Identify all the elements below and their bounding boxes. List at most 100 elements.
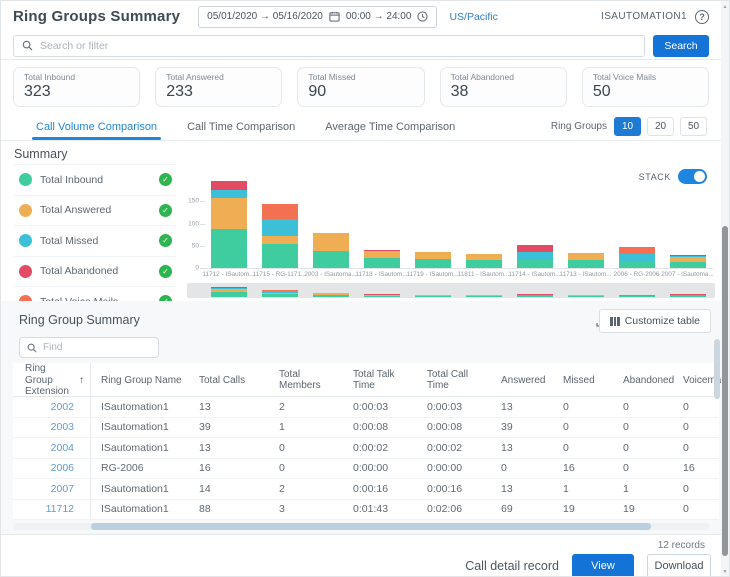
legend-item[interactable]: Total Inbound✓	[13, 165, 176, 196]
bar-segment[interactable]	[517, 245, 553, 253]
window-scrollbar[interactable]: ▲ ▼	[721, 1, 729, 577]
column-header[interactable]: Ring Group Extension↑	[13, 363, 91, 398]
bar-segment[interactable]	[211, 229, 247, 268]
column-header[interactable]: Answered	[491, 375, 553, 387]
table-body: 2002ISautomation11320:00:030:00:03130002…	[13, 397, 719, 520]
scroll-up-icon[interactable]: ▲	[721, 4, 729, 10]
bar-segment[interactable]	[415, 252, 451, 259]
calendar-icon[interactable]	[329, 11, 340, 22]
page-size-20[interactable]: 20	[647, 117, 674, 136]
ring-groups-summary-app: ▲ ▼ Ring Groups Summary 05/01/2020 → 05/…	[0, 0, 730, 577]
tabs: Call Volume Comparison Call Time Comparis…	[36, 113, 455, 140]
bar-segment[interactable]	[517, 252, 553, 260]
check-icon[interactable]: ✓	[159, 173, 172, 186]
account-name[interactable]: ISAUTOMATION1	[601, 11, 687, 22]
bar-segment[interactable]	[619, 261, 655, 268]
table-title: Ring Group Summary	[19, 313, 140, 327]
bar-segment[interactable]	[211, 181, 247, 189]
bar-segment[interactable]	[619, 254, 655, 261]
legend-item[interactable]: Total Missed✓	[13, 226, 176, 257]
bar-segment[interactable]	[262, 204, 298, 219]
legend-color-dot	[19, 234, 32, 247]
table-cell: 13	[491, 438, 553, 458]
bar-segment[interactable]	[364, 251, 400, 259]
bar-segment[interactable]	[517, 260, 553, 268]
column-header[interactable]: Ring Group Name	[91, 375, 189, 387]
table-cell: 0:00:16	[417, 479, 491, 499]
column-header[interactable]: Total Calls	[189, 375, 269, 387]
tab-call-volume-comparison[interactable]: Call Volume Comparison	[36, 113, 157, 140]
stat-label: Total Missed	[308, 72, 413, 82]
extension-link[interactable]: 2007	[13, 479, 91, 499]
extension-link[interactable]: 2006	[13, 459, 91, 479]
extension-link[interactable]: 11712	[13, 500, 91, 520]
customize-table-button[interactable]: Customize table	[599, 309, 711, 333]
bar-segment[interactable]	[415, 259, 451, 268]
bar-segment[interactable]	[466, 260, 502, 268]
column-header[interactable]: Total Call Time	[417, 369, 491, 392]
chart-navigator[interactable]	[187, 283, 715, 298]
scrollbar-thumb[interactable]	[722, 226, 728, 556]
bar-segment[interactable]	[364, 258, 400, 268]
clock-icon[interactable]	[417, 11, 428, 22]
legend-item[interactable]: Total Abandoned✓	[13, 257, 176, 288]
search-box[interactable]	[13, 35, 645, 57]
scroll-down-icon[interactable]: ▼	[721, 569, 729, 575]
page-size-10[interactable]: 10	[614, 117, 641, 136]
find-box[interactable]	[19, 337, 159, 358]
tab-call-time-comparison[interactable]: Call Time Comparison	[187, 113, 295, 140]
chart-legend: Total Inbound✓Total Answered✓Total Misse…	[13, 164, 176, 318]
bar-segment[interactable]	[262, 236, 298, 244]
sort-asc-icon[interactable]: ↑	[79, 375, 84, 387]
time-range-value[interactable]: 00:00 → 24:00	[346, 11, 412, 22]
bar-segment[interactable]	[670, 256, 706, 262]
check-icon[interactable]: ✓	[159, 204, 172, 217]
extension-link[interactable]: 2004	[13, 438, 91, 458]
stat-label: Total Answered	[166, 72, 271, 82]
legend-item[interactable]: Total Answered✓	[13, 196, 176, 227]
date-range-value[interactable]: 05/01/2020 → 05/16/2020	[207, 11, 323, 22]
navigator-bar-segment	[619, 296, 655, 297]
search-input[interactable]	[40, 40, 636, 52]
bar-segment[interactable]	[466, 254, 502, 260]
column-header[interactable]: Abandoned	[613, 375, 673, 387]
table-cell: 0:00:00	[343, 459, 417, 479]
column-header[interactable]: Missed	[553, 375, 613, 387]
view-button[interactable]: View	[572, 554, 634, 577]
extension-link[interactable]: 2003	[13, 418, 91, 438]
bar-segment[interactable]	[568, 260, 604, 268]
bar-segment[interactable]	[670, 262, 706, 268]
bar-segment[interactable]	[211, 198, 247, 229]
table-cell: 0:00:03	[417, 397, 491, 417]
bar-segment[interactable]	[313, 251, 349, 268]
bar-segment[interactable]	[262, 244, 298, 268]
records-count: 12 records	[658, 540, 705, 551]
table-cell: ISautomation1	[91, 479, 189, 499]
navigator-bar-segment	[364, 295, 400, 296]
table-hscroll-thumb[interactable]	[91, 523, 651, 530]
timezone-link[interactable]: US/Pacific	[449, 11, 497, 23]
date-time-range-picker[interactable]: 05/01/2020 → 05/16/2020 00:00 → 24:00	[198, 6, 437, 28]
column-header[interactable]: Total Members	[269, 369, 343, 392]
column-header[interactable]: Total Talk Time	[343, 369, 417, 392]
download-button[interactable]: Download	[647, 554, 711, 577]
table-vertical-scrollbar[interactable]	[714, 339, 720, 399]
help-icon[interactable]: ?	[695, 10, 709, 24]
find-input[interactable]	[43, 342, 151, 353]
page-size-50[interactable]: 50	[680, 117, 707, 136]
bar-segment[interactable]	[211, 190, 247, 198]
tab-average-time-comparison[interactable]: Average Time Comparison	[325, 113, 455, 140]
column-header[interactable]: Voicemail	[673, 375, 719, 387]
table-horizontal-scrollbar[interactable]	[13, 523, 709, 530]
check-icon[interactable]: ✓	[159, 265, 172, 278]
search-button[interactable]: Search	[653, 35, 709, 57]
bar-segment[interactable]	[619, 247, 655, 254]
navigator-bar-segment	[568, 296, 604, 297]
extension-link[interactable]: 2002	[13, 397, 91, 417]
bar-segment[interactable]	[262, 219, 298, 235]
bar-segment[interactable]	[313, 233, 349, 250]
bar-segment[interactable]	[568, 253, 604, 261]
x-axis-label: 11719 - ISautom...	[405, 271, 460, 278]
check-icon[interactable]: ✓	[159, 234, 172, 247]
navigator-bar-segment	[262, 294, 298, 297]
